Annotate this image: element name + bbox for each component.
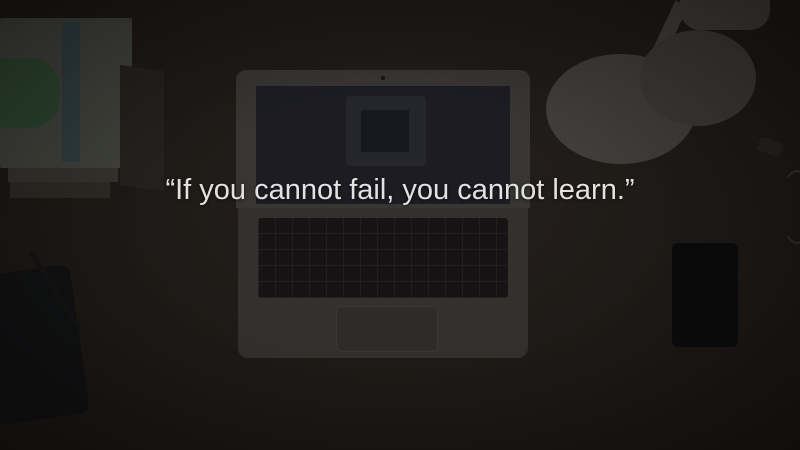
quote-text: “If you cannot fail, you cannot learn.” <box>165 174 635 206</box>
background-photo <box>0 0 800 450</box>
dark-overlay <box>0 0 800 450</box>
